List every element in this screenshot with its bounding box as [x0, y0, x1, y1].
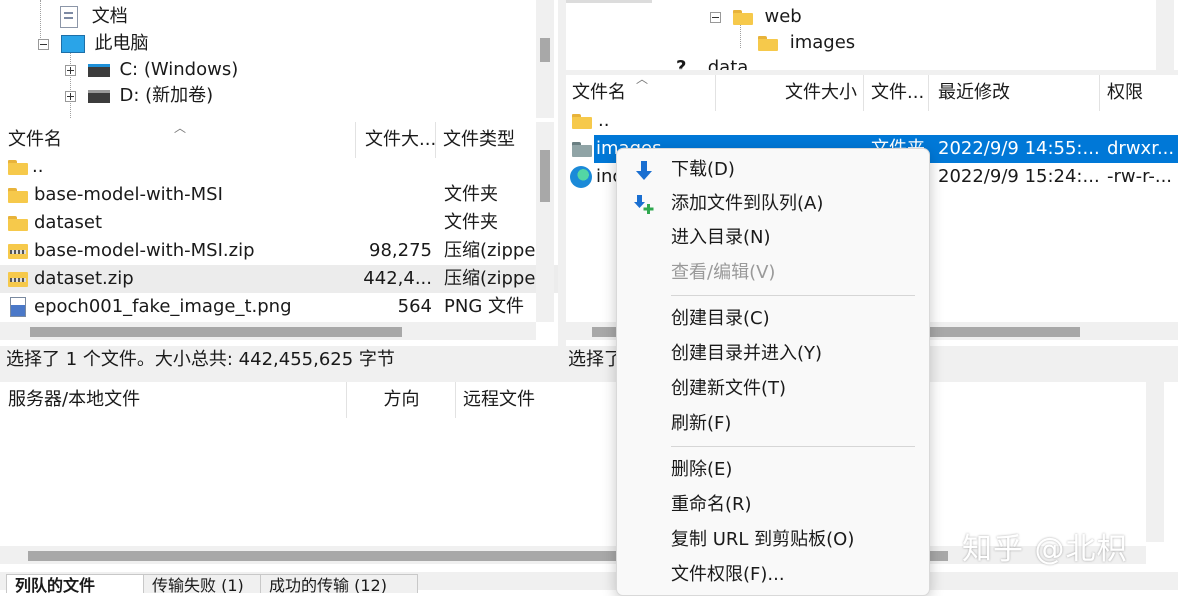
folder-icon [572, 141, 592, 157]
tab-queued-files[interactable]: 列队的文件 [6, 574, 144, 593]
list-item[interactable]: .. [566, 107, 1178, 135]
unknown-folder-icon: ? [676, 57, 687, 71]
drive-icon [87, 63, 110, 77]
tree-item-label: 此电脑 [94, 33, 149, 54]
computer-icon [60, 35, 85, 53]
list-item[interactable]: base-model-with-MSI 文件夹 [0, 181, 558, 209]
remote-tree-scrollbar[interactable] [1156, 0, 1174, 70]
tab-successful-transfers[interactable]: 成功的传输 (12) [260, 574, 418, 593]
folder-icon [758, 35, 778, 51]
local-file-list[interactable]: 文件名 ︿ 文件大... 文件类型 .. base-model-with-MSI… [0, 122, 558, 344]
download-arrow-icon [636, 161, 652, 180]
menu-item-view-edit: 查看/编辑(V) [671, 262, 776, 283]
menu-item-delete[interactable]: 删除(E) [617, 453, 929, 487]
column-header-type[interactable]: 文件... [865, 75, 929, 111]
menu-item-copy-url[interactable]: 复制 URL 到剪贴板(O) [617, 523, 929, 557]
document-icon [60, 6, 78, 28]
tree-item-label: web [764, 6, 802, 27]
column-header-modified[interactable]: 最近修改 [930, 75, 1100, 111]
edge-browser-icon [570, 166, 592, 188]
tree-item-this-pc[interactable]: 此电脑 [38, 31, 148, 57]
tree-item-drive-d[interactable]: D: (新加卷) [65, 83, 213, 109]
tree-item-images[interactable]: images [758, 30, 855, 56]
expand-icon[interactable] [65, 90, 76, 102]
tree-item-drive-c[interactable]: C: (Windows) [65, 57, 238, 83]
tree-item-data[interactable]: ? data [676, 55, 748, 70]
list-item[interactable]: .. [0, 153, 558, 181]
sort-ascending-icon: ︿ [636, 75, 649, 86]
zip-archive-icon [8, 243, 28, 259]
zip-archive-icon [8, 271, 28, 287]
folder-icon [8, 215, 28, 231]
local-list-hscrollbar[interactable] [0, 322, 536, 340]
tree-item-documents[interactable]: 文档 [60, 4, 128, 30]
panel-divider[interactable] [558, 0, 566, 378]
remote-directory-tree[interactable]: web images ? data [566, 0, 1178, 70]
menu-item-create-directory[interactable]: 创建目录(C) [617, 302, 929, 336]
tree-item-label: data [707, 57, 749, 70]
column-header-local-file[interactable]: 服务器/本地文件 [0, 382, 347, 418]
menu-item-create-new-file[interactable]: 创建新文件(T) [617, 372, 929, 406]
menu-item-rename[interactable]: 重命名(R) [617, 488, 929, 522]
list-item[interactable]: dataset.zip 442,4... 压缩(zippe [0, 265, 558, 293]
drive-icon [87, 89, 110, 103]
column-header-name[interactable]: 文件名 ︿ [566, 75, 716, 111]
tree-item-label: C: (Windows) [119, 59, 239, 80]
folder-icon [732, 9, 753, 25]
menu-separator [671, 446, 915, 447]
menu-item-create-and-enter-directory[interactable]: 创建目录并进入(Y) [617, 337, 929, 371]
collapse-icon[interactable] [710, 11, 721, 23]
folder-icon [572, 113, 592, 129]
menu-item-file-permissions[interactable]: 文件权限(F)... [617, 558, 929, 592]
list-item[interactable]: base-model-with-MSI.zip 98,275 压缩(zippe [0, 237, 558, 265]
tab-failed-transfers[interactable]: 传输失败 (1) [143, 574, 261, 593]
watermark: 知乎 @北枳 [962, 532, 1128, 567]
list-item[interactable]: dataset 文件夹 [0, 209, 558, 237]
local-directory-tree[interactable]: 文档 此电脑 C: (Windows) D: (新加卷) [0, 0, 558, 118]
png-file-icon [10, 297, 26, 317]
collapse-icon[interactable] [38, 38, 49, 50]
queue-vscrollbar[interactable] [1146, 382, 1164, 542]
tree-item-web[interactable]: web [710, 4, 802, 30]
expand-icon[interactable] [65, 64, 76, 76]
remote-list-header: 文件名 ︿ 文件大小 文件... 最近修改 权限 [566, 75, 1178, 111]
column-header-direction[interactable]: 方向 [348, 382, 456, 418]
local-status-bar: 选择了 1 个文件。大小总共: 442,455,625 字节 [0, 346, 558, 374]
local-list-vscrollbar[interactable] [536, 122, 554, 322]
menu-separator [671, 295, 915, 296]
menu-item-download[interactable]: 下载(D) [617, 153, 929, 187]
add-to-queue-icon [634, 195, 654, 214]
context-menu: 下载(D) 添加文件到队列(A) 进入目录(N) 查看/编辑(V) 创建目录(C… [616, 148, 930, 596]
sort-ascending-icon: ︿ [174, 122, 187, 135]
menu-item-refresh[interactable]: 刷新(F) [617, 407, 929, 441]
tree-item-label: 文档 [91, 6, 128, 27]
menu-item-enter-directory[interactable]: 进入目录(N) [617, 221, 929, 255]
column-header-permissions[interactable]: 权限 [1101, 75, 1178, 111]
menu-item-add-to-queue[interactable]: 添加文件到队列(A) [617, 187, 929, 221]
queue-tab-bar: 列队的文件 传输失败 (1) 成功的传输 (12) [0, 572, 1178, 593]
tree-item-label: D: (新加卷) [119, 85, 214, 106]
folder-icon [8, 187, 28, 203]
list-item[interactable]: epoch001_fake_image_t.png 564 PNG 文件 [0, 293, 558, 321]
tree-item-label: images [789, 32, 856, 53]
folder-icon [8, 159, 28, 175]
local-tree-scrollbar[interactable] [536, 0, 554, 118]
column-header-size[interactable]: 文件大小 [717, 75, 864, 111]
